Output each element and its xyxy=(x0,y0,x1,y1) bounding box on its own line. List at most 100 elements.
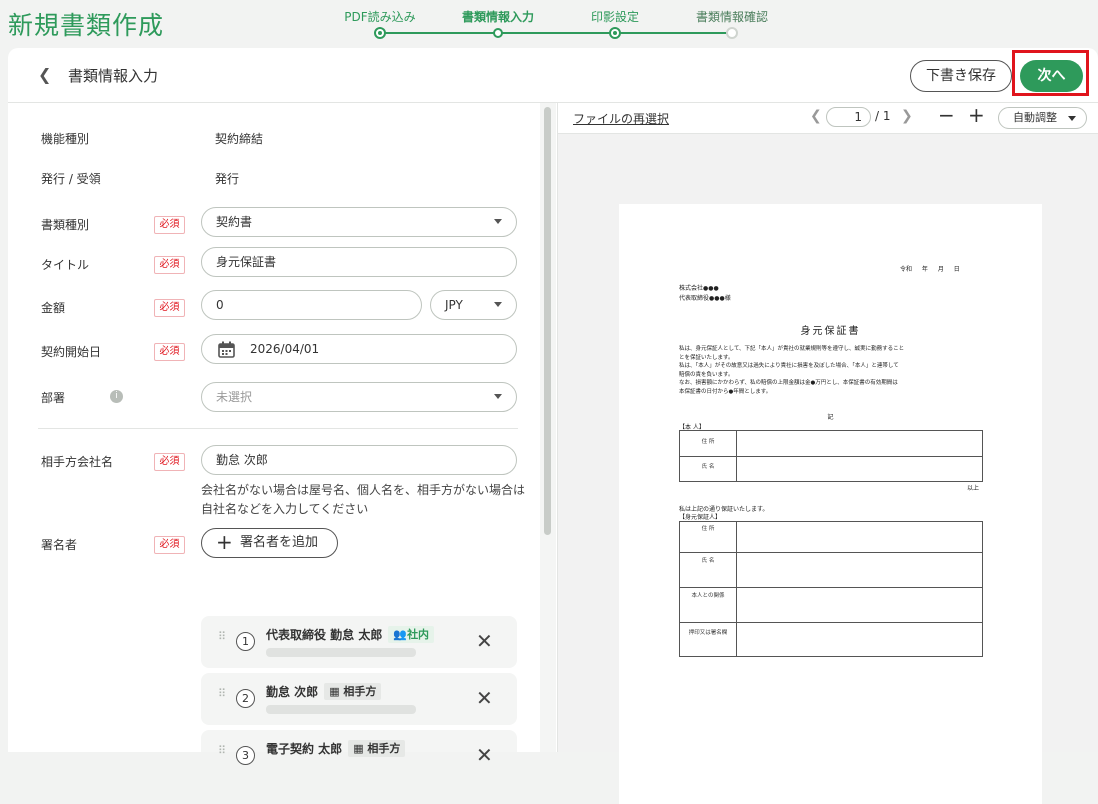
doc-body-line: 本保証書の日付から●年間とします。 xyxy=(679,388,772,395)
step-confirm: 書類情報確認 xyxy=(695,10,769,24)
card-header: ❮ 書類情報入力 下書き保存 次へ xyxy=(8,48,1098,103)
add-signer-label: 署名者を追加 xyxy=(240,535,319,550)
step-seal-settings: 印影設定 xyxy=(590,10,640,24)
doc-table-cell: 氏 名 xyxy=(701,558,715,564)
zoom-select[interactable]: 自動調整 xyxy=(998,107,1087,129)
start-date-value: 2026/04/01 xyxy=(250,342,320,356)
required-badge: 必須 xyxy=(154,299,185,317)
signer-item[interactable]: ⠿ 1 代表取締役 勤怠 太郎 👥社内 ✕ xyxy=(201,616,517,668)
doc-body: 私は、身元保証人として、下記「本人」が貴社の就業規則等を遵守し、誠実に勤務するこ… xyxy=(679,345,984,396)
signer-number: 2 xyxy=(236,689,255,708)
counterparty-label: 相手方会社名 xyxy=(41,455,114,469)
doc-addressee-line: 株式会社●●● xyxy=(679,285,719,292)
caret-down-icon xyxy=(1068,116,1076,121)
title-input[interactable]: 身元保証書 xyxy=(201,247,517,277)
caret-down-icon xyxy=(494,219,502,224)
signer-tag: ▦ 相手方 xyxy=(324,683,382,700)
chevron-left-icon[interactable]: ❮ xyxy=(810,108,822,124)
pdf-page: 令和 年 月 日 株式会社●●● 代表取締役●●●様 身元保証書 私は、身元保証… xyxy=(619,204,1042,804)
zoom-out-icon[interactable]: − xyxy=(938,103,955,127)
function-type-label: 機能種別 xyxy=(41,132,90,146)
currency-select[interactable]: JPY xyxy=(430,290,517,320)
drag-handle-icon[interactable]: ⠿ xyxy=(218,631,226,642)
counterparty-hint: 会社名がない場合は屋号名、個人名を、相手方がない場合は自社名などを入力してくださ… xyxy=(201,483,526,516)
doc-table-cell: 氏 名 xyxy=(701,464,715,470)
function-type-value: 契約締結 xyxy=(215,132,264,146)
required-badge: 必須 xyxy=(154,343,185,361)
doc-type-select[interactable]: 契約書 xyxy=(201,207,517,237)
signer-name: 代表取締役 勤怠 太郎 👥社内 xyxy=(266,626,435,643)
save-draft-button[interactable]: 下書き保存 xyxy=(910,60,1012,92)
doc-guarantor-table: 住 所 氏 名 本人との関係 押印又は署名欄 xyxy=(679,521,983,657)
zoom-value: 自動調整 xyxy=(1013,111,1057,124)
step-dot-4 xyxy=(726,27,738,39)
doc-addressee: 株式会社●●● 代表取締役●●●様 xyxy=(679,284,731,304)
doc-date: 令和 年 月 日 xyxy=(900,266,960,273)
zoom-in-icon[interactable]: + xyxy=(968,103,985,127)
doc-ki: 記 xyxy=(827,414,834,421)
stepper-line xyxy=(615,32,732,34)
doc-ijou: 以上 xyxy=(967,485,980,492)
app-title: 新規書類作成 xyxy=(8,11,165,40)
signer-item[interactable]: ⠿ 3 電子契約 太郎 ▦ 相手方 ✕ xyxy=(201,730,517,767)
info-icon[interactable]: i xyxy=(110,390,123,403)
page-number-input[interactable]: 1 xyxy=(826,107,871,127)
add-signer-button[interactable]: + 署名者を追加 xyxy=(201,528,338,558)
signer-tag-text: 相手方 xyxy=(367,742,401,755)
page-title: 書類情報入力 xyxy=(68,67,159,85)
drag-handle-icon[interactable]: ⠿ xyxy=(218,688,226,699)
department-select[interactable]: 未選択 xyxy=(201,382,517,412)
issue-receive-value: 発行 xyxy=(215,172,240,186)
title-label: タイトル xyxy=(41,258,90,272)
viewer-toolbar: ファイルの再選択 ❮ 1 / 1 ❯ − + 自動調整 xyxy=(558,103,1098,134)
signer-tag-text: 相手方 xyxy=(343,685,377,698)
chevron-left-icon[interactable]: ❮ xyxy=(38,65,51,84)
signer-tag: ▦ 相手方 xyxy=(348,740,406,757)
signer-name: 電子契約 太郎 ▦ 相手方 xyxy=(266,740,406,757)
doc-table-cell: 本人との関係 xyxy=(691,593,725,599)
chevron-right-icon[interactable]: ❯ xyxy=(901,108,913,124)
step-dot-3 xyxy=(609,27,621,39)
doc-body-line: 私は、「本人」がその故意又は過失により貴社に損害を及ぼした場合、「本人」と連帯し… xyxy=(679,363,899,369)
required-badge: 必須 xyxy=(154,536,185,554)
caret-down-icon xyxy=(494,394,502,399)
signer-item[interactable]: ⠿ 2 勤怠 次郎 ▦ 相手方 ✕ xyxy=(201,673,517,725)
calendar-icon xyxy=(218,341,235,358)
doc-addressee-line: 代表取締役●●●様 xyxy=(679,295,731,302)
doc-body-line: 私は、身元保証人として、下記「本人」が貴社の就業規則等を遵守し、誠実に勤務するこ… xyxy=(679,346,905,352)
counterparty-input[interactable]: 勤怠 次郎 xyxy=(201,445,517,475)
step-pdf-import: PDF読み込み xyxy=(344,10,416,24)
next-button[interactable]: 次へ xyxy=(1020,60,1083,92)
caret-down-icon xyxy=(494,302,502,307)
reselect-file-link[interactable]: ファイルの再選択 xyxy=(573,110,669,127)
step-document-info: 書類情報入力 xyxy=(461,10,535,24)
drag-handle-icon[interactable]: ⠿ xyxy=(218,745,226,756)
amount-input[interactable]: 0 xyxy=(201,290,422,320)
plus-icon: + xyxy=(216,530,233,554)
close-icon[interactable]: ✕ xyxy=(476,686,493,710)
department-label-text: 部署 xyxy=(41,391,66,405)
amount-label: 金額 xyxy=(41,301,66,315)
pdf-viewer: ファイルの再選択 ❮ 1 / 1 ❯ − + 自動調整 令和 年 月 日 株式会… xyxy=(557,103,1098,804)
issue-receive-label: 発行 / 受領 xyxy=(41,172,101,186)
signers-label: 署名者 xyxy=(41,538,78,552)
signer-tag: 👥社内 xyxy=(388,626,435,643)
doc-table-cell: 押印又は署名欄 xyxy=(688,630,728,636)
required-badge: 必須 xyxy=(154,216,185,234)
signer-number: 3 xyxy=(236,746,255,765)
page-total: / 1 xyxy=(875,109,891,123)
signer-email-redacted xyxy=(266,705,416,714)
doc-type-label: 書類種別 xyxy=(41,218,90,232)
progress-stepper: PDF読み込み 書類情報入力 印影設定 書類情報確認 xyxy=(340,0,800,40)
doc-body-line: なお、損害額にかかわらず、私の賠償の上限金額は金●万円とし、本保証書の有効期間は xyxy=(679,380,898,386)
signer-email-redacted xyxy=(266,648,416,657)
building-icon: ▦ xyxy=(329,685,344,698)
table-rule xyxy=(680,622,982,623)
close-icon[interactable]: ✕ xyxy=(476,629,493,653)
form-panel: 機能種別 契約締結 発行 / 受領 発行 書類種別 必須 契約書 タイトル 必須… xyxy=(8,103,556,767)
scrollbar-thumb[interactable] xyxy=(544,107,551,535)
required-badge: 必須 xyxy=(154,256,185,274)
department-label: 部署 i xyxy=(41,389,123,406)
start-date-input[interactable]: 2026/04/01 xyxy=(201,334,517,364)
close-icon[interactable]: ✕ xyxy=(476,743,493,767)
